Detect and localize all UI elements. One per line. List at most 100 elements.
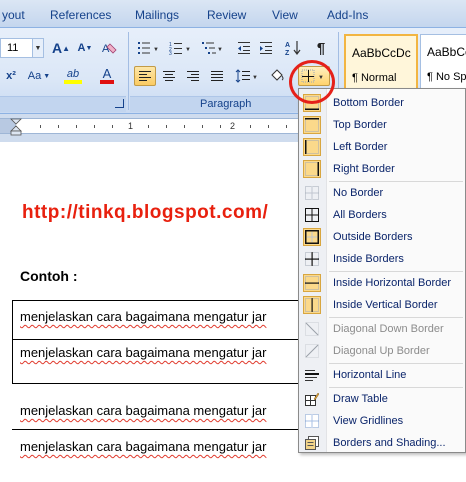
menu-item-label: Left Border <box>333 141 388 153</box>
show-hide-marks-button[interactable]: ¶ <box>310 38 332 58</box>
svg-text:3: 3 <box>169 51 172 55</box>
menu-item-label: Inside Horizontal Border <box>333 277 452 289</box>
top-border-icon <box>303 116 321 134</box>
inside-horizontal-border-icon <box>303 274 321 292</box>
ruler-tick <box>268 125 269 128</box>
menu-item-horizontal-line[interactable]: Horizontal Line <box>299 364 465 386</box>
menu-item-borders-and-shading[interactable]: Borders and Shading... <box>299 432 465 454</box>
menu-item-inside-vertical-border[interactable]: Inside Vertical Border <box>299 294 465 316</box>
highlight-color-button[interactable]: ab <box>58 66 88 86</box>
ruler-tick <box>286 125 287 128</box>
ruler-tick <box>166 125 167 128</box>
chevron-down-icon: ▼ <box>43 72 51 80</box>
ruler-number: 2 <box>230 121 236 131</box>
document-line: menjelaskan cara bagaimana mengatur jar <box>20 403 267 418</box>
line-spacing-icon: ▼ <box>235 69 258 83</box>
tab-mailings[interactable]: Mailings <box>135 8 179 22</box>
menu-item-label: Horizontal Line <box>333 369 407 381</box>
no-border-icon <box>303 184 321 202</box>
grow-font-label: A <box>51 40 63 56</box>
svg-text:Z: Z <box>285 50 290 56</box>
menu-item-outside-borders[interactable]: Outside Borders <box>299 226 465 248</box>
numbering-button[interactable]: 1 2 3 ▼ <box>166 38 196 58</box>
line-spacing-button[interactable]: ▼ <box>232 66 262 86</box>
svg-text:▼: ▼ <box>252 75 258 81</box>
right-border-icon <box>303 160 321 178</box>
document-line: menjelaskan cara bagaimana mengatur jar <box>20 309 267 324</box>
change-case-button[interactable]: Aa ▼ <box>24 66 54 86</box>
grow-font-button[interactable]: A ▲ <box>50 38 72 58</box>
example-heading: Contoh : <box>20 268 78 284</box>
bullets-button[interactable]: ▼ <box>134 38 164 58</box>
multilevel-list-button[interactable]: ▼ <box>198 38 228 58</box>
menu-item-label: Bottom Border <box>333 97 404 109</box>
menu-item-draw-table[interactable]: Draw Table <box>299 388 465 410</box>
menu-item-diagonal-up-border: Diagonal Up Border <box>299 340 465 362</box>
menu-item-inside-horizontal-border[interactable]: Inside Horizontal Border <box>299 272 465 294</box>
shrink-font-label: A <box>77 42 86 54</box>
horizontal-ruler[interactable]: 1 2 <box>0 118 300 134</box>
justify-button[interactable] <box>206 66 228 86</box>
ruler-tick <box>94 125 95 128</box>
chevron-down-icon[interactable]: ▼ <box>32 39 43 57</box>
inside-vertical-border-icon <box>303 296 321 314</box>
tab-references[interactable]: References <box>50 8 111 22</box>
menu-item-left-border[interactable]: Left Border <box>299 136 465 158</box>
ruler-tick <box>58 125 59 128</box>
decrease-indent-icon <box>238 42 250 54</box>
tab-review[interactable]: Review <box>207 8 246 22</box>
font-dialog-launcher-icon[interactable] <box>115 99 124 108</box>
shrink-font-button[interactable]: A ▼ <box>74 38 96 58</box>
url-watermark-text: http://tinkq.blogspot.com/ <box>22 202 269 223</box>
horizontal-line-icon <box>303 366 321 384</box>
menu-item-diagonal-down-border: Diagonal Down Border <box>299 318 465 340</box>
group-separator <box>128 32 129 110</box>
change-case-label: Aa <box>27 70 42 82</box>
menu-item-right-border[interactable]: Right Border <box>299 158 465 180</box>
outside-borders-icon <box>303 228 321 246</box>
ruler-tick <box>184 125 185 128</box>
menu-item-label: View Gridlines <box>333 415 404 427</box>
style-no-spacing[interactable]: AaBbCcDc ¶ No Spa <box>420 34 466 90</box>
left-border-icon <box>303 138 321 156</box>
align-left-icon <box>139 71 151 81</box>
font-size-value: 11 <box>7 42 19 54</box>
font-size-combo[interactable]: 11 ▼ <box>0 38 44 58</box>
document-line: menjelaskan cara bagaimana mengatur jar <box>20 439 267 454</box>
shading-button[interactable] <box>266 66 288 86</box>
menu-item-label: No Border <box>333 187 384 199</box>
align-right-button[interactable] <box>182 66 204 86</box>
font-group-footer <box>0 96 126 112</box>
align-left-button[interactable] <box>134 66 156 86</box>
menu-item-no-border[interactable]: No Border <box>299 182 465 204</box>
sort-button[interactable]: AZ <box>282 38 304 58</box>
tab-add-ins[interactable]: Add-Ins <box>327 8 368 22</box>
tab-view[interactable]: View <box>272 8 298 22</box>
menu-item-view-gridlines[interactable]: View Gridlines <box>299 410 465 432</box>
menu-item-label: Top Border <box>333 119 387 131</box>
highlight-label: ab <box>66 67 80 80</box>
decrease-indent-button[interactable] <box>234 38 254 58</box>
font-color-button[interactable]: A <box>92 66 122 86</box>
ruler-tick <box>112 125 113 128</box>
tab-page-layout[interactable]: yout <box>2 8 25 22</box>
menu-item-inside-borders[interactable]: Inside Borders <box>299 248 465 270</box>
align-right-icon <box>187 71 199 81</box>
style-normal[interactable]: AaBbCcDc ¶ Normal <box>344 34 418 90</box>
menu-item-label: Diagonal Up Border <box>333 345 430 357</box>
increase-indent-icon <box>260 42 272 54</box>
menu-item-top-border[interactable]: Top Border <box>299 114 465 136</box>
all-borders-icon <box>303 206 321 224</box>
clear-formatting-button[interactable]: A <box>98 38 120 58</box>
justify-icon <box>211 71 223 81</box>
clear-formatting-icon: A <box>102 43 117 55</box>
ruler-tick <box>250 125 251 128</box>
center-button[interactable] <box>158 66 180 86</box>
increase-indent-button[interactable] <box>256 38 276 58</box>
menu-item-label: Inside Vertical Border <box>333 299 438 311</box>
menu-item-label: All Borders <box>333 209 387 221</box>
indent-marker-icon[interactable] <box>10 118 22 136</box>
menu-item-all-borders[interactable]: All Borders <box>299 204 465 226</box>
superscript-button[interactable]: x² <box>0 66 22 86</box>
pilcrow-label: ¶ <box>316 39 326 57</box>
